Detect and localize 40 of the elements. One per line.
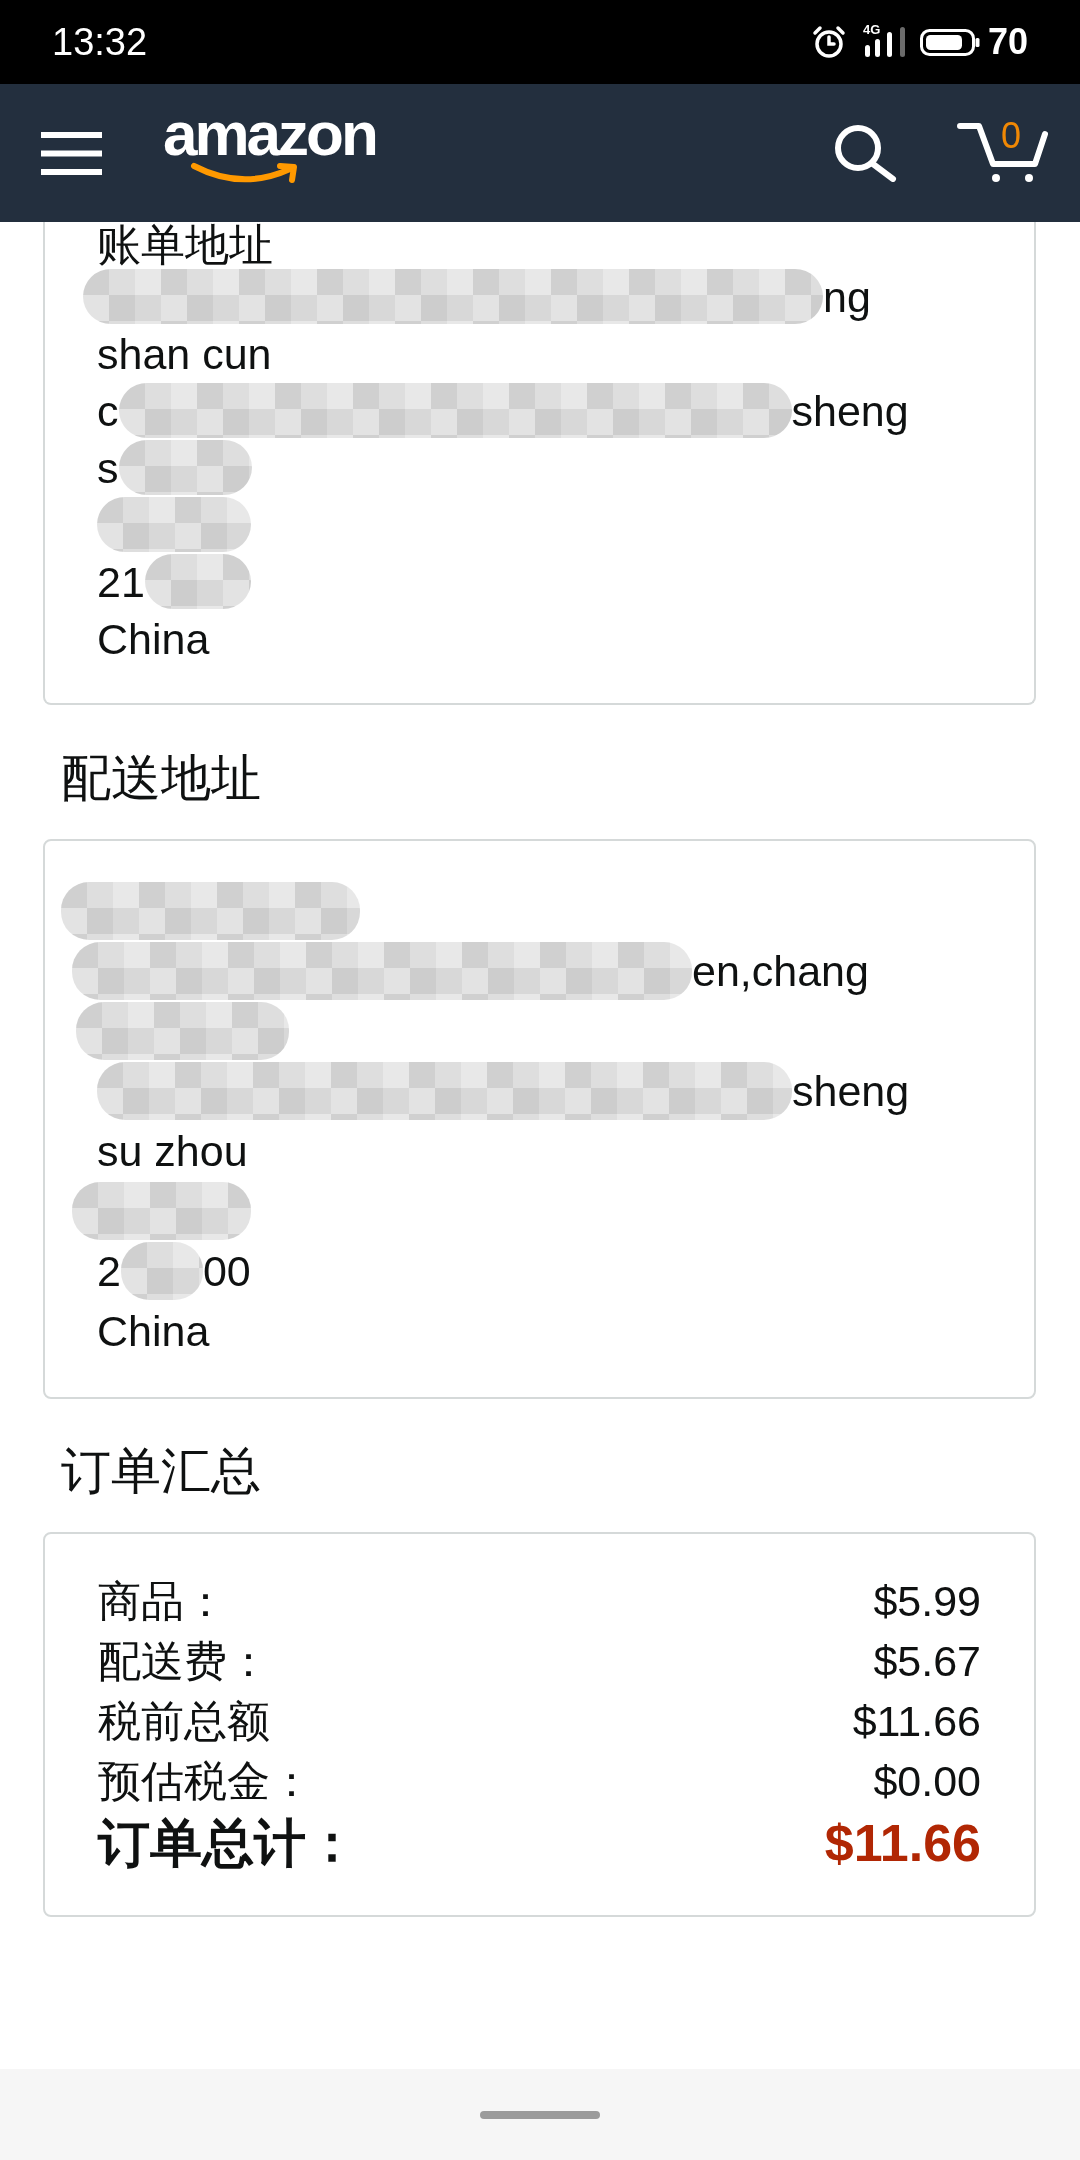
search-button[interactable] (833, 124, 897, 182)
address-text: 2 (97, 1246, 121, 1297)
address-text: 21 (97, 556, 145, 608)
address-text: sheng (792, 1066, 910, 1117)
cart-button[interactable]: 0 (957, 122, 1048, 184)
summary-label: 预估税金： (98, 1756, 313, 1807)
menu-button[interactable] (41, 131, 102, 175)
home-indicator[interactable] (480, 2110, 600, 2119)
status-time: 13:32 (52, 23, 148, 61)
menu-icon (41, 131, 102, 175)
summary-value: $5.67 (873, 1636, 981, 1687)
address-text: China (97, 613, 210, 665)
address-text: c (97, 385, 119, 437)
section-heading: 订单汇总 (60, 1442, 261, 1501)
summary-value: $0.00 (873, 1756, 981, 1807)
signal-icon (862, 27, 907, 57)
summary-value: $11.66 (852, 1696, 981, 1747)
summary-label: 税前总额 (98, 1696, 270, 1747)
battery-icon (919, 28, 980, 56)
address-text: s (97, 442, 119, 494)
address-text: shan cun (97, 328, 272, 380)
summary-value: $5.99 (873, 1576, 981, 1627)
address-text: China (97, 1306, 210, 1357)
summary-label: 商品： (98, 1576, 227, 1627)
order-total-value: $11.66 (824, 1813, 981, 1874)
alarm-icon (811, 25, 846, 59)
logo-link[interactable]: amazon (163, 108, 376, 188)
section-heading: 配送地址 (60, 749, 261, 808)
address-text: 00 (202, 1246, 251, 1297)
address-text: su zhou (97, 1126, 248, 1177)
cart-icon (957, 122, 1048, 184)
address-text: ng (823, 271, 871, 323)
order-total-label: 订单总计： (98, 1813, 358, 1874)
summary-label: 配送费： (98, 1636, 270, 1687)
battery-percentage: 70 (987, 24, 1028, 60)
search-icon (833, 124, 897, 182)
address-text: en,chang (692, 946, 869, 997)
card-title: 账单地址 (97, 222, 273, 268)
address-text: sheng (791, 385, 909, 437)
network-type-label: 4G (862, 23, 881, 36)
